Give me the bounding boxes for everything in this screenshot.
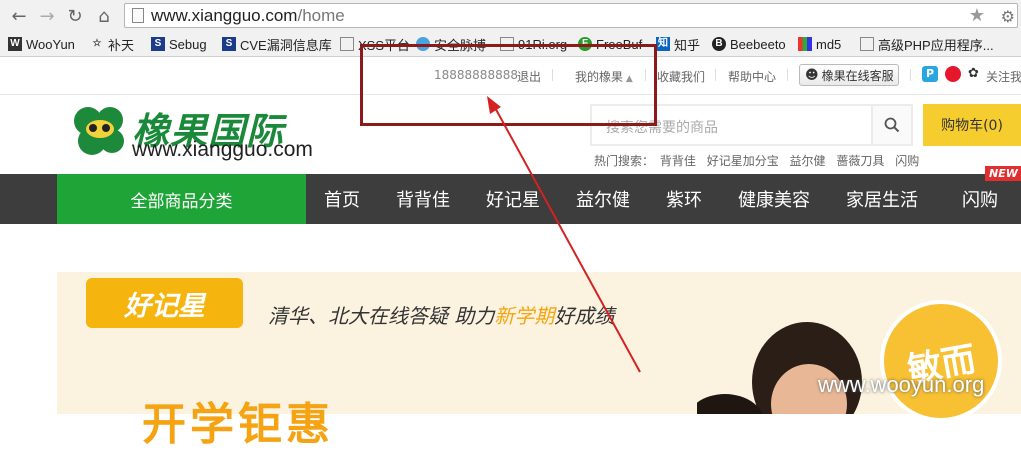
annotation-arrow xyxy=(487,96,641,373)
